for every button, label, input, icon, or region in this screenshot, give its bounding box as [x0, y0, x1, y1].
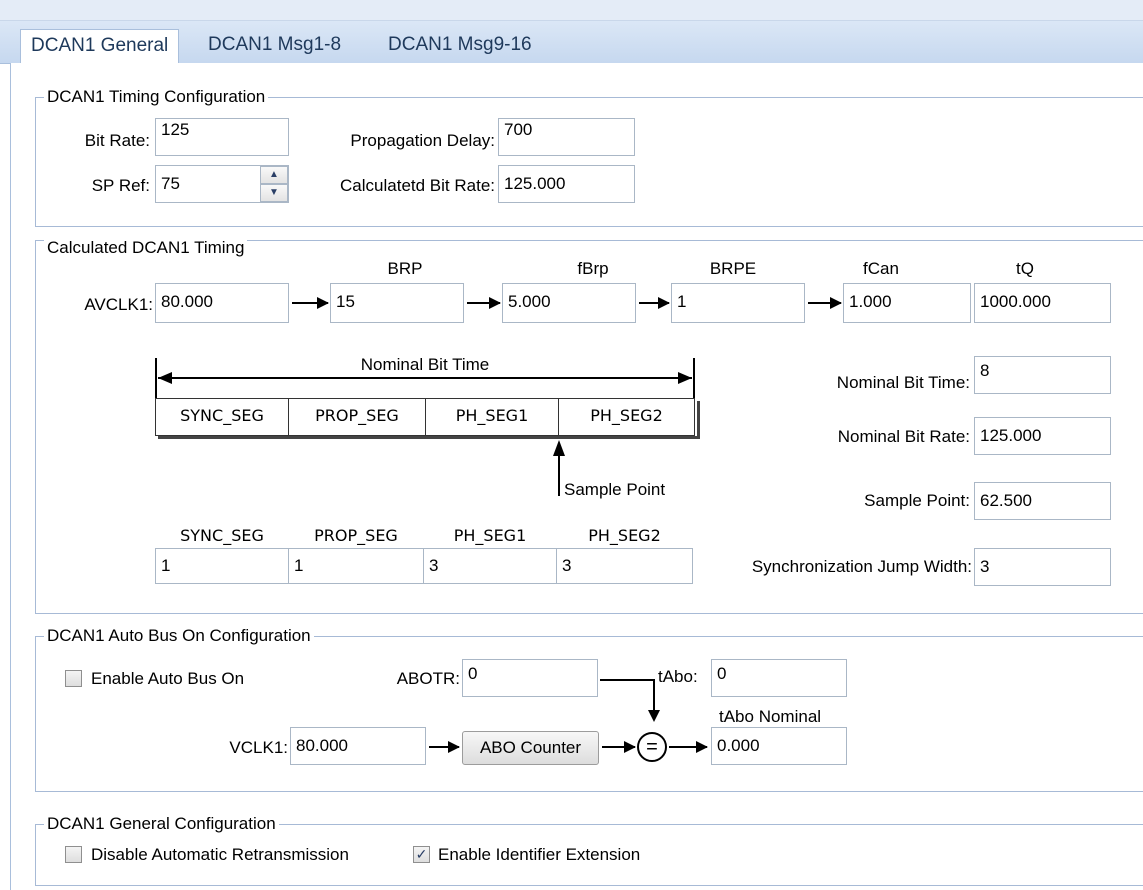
- tabo-nominal-field: 0.000: [711, 727, 847, 765]
- enable-identifier-extension-label: Enable Identifier Extension: [438, 845, 641, 864]
- bit-rate-input[interactable]: 125: [155, 118, 289, 156]
- nominal-bit-time-label: Nominal Bit Time:: [836, 373, 970, 392]
- diagram-right-tick: [693, 358, 695, 398]
- tabo-label: tAbo:: [658, 667, 698, 686]
- sjw-label: Synchronization Jump Width:: [751, 557, 972, 576]
- avclk1-label: AVCLK1:: [84, 295, 153, 314]
- check-mark-icon: ✓: [415, 846, 428, 862]
- spin-up-icon[interactable]: ▲: [260, 166, 288, 184]
- propagation-delay-label: Propagation Delay:: [350, 131, 495, 150]
- sp-ref-label: SP Ref:: [91, 176, 150, 195]
- abotr-input[interactable]: 0: [462, 659, 598, 697]
- abotr-label: ABOTR:: [396, 669, 460, 688]
- sample-point-arrow-icon: [553, 440, 565, 456]
- brp-header: BRP: [387, 259, 423, 278]
- disable-retransmission-label: Disable Automatic Retransmission: [91, 845, 349, 864]
- tab-dcan1-general[interactable]: DCAN1 General: [20, 29, 180, 64]
- tabo-nominal-label: tAbo Nominal: [719, 707, 822, 726]
- segment-sync-seg: SYNC_SEG: [155, 398, 289, 436]
- calculated-bit-rate-field: 125.000: [498, 165, 635, 203]
- abo-counter-button[interactable]: ABO Counter: [462, 731, 599, 765]
- auto-bus-on-title: DCAN1 Auto Bus On Configuration: [44, 626, 314, 646]
- nominal-bit-rate-label: Nominal Bit Rate:: [837, 427, 970, 446]
- avclk1-field: 80.000: [155, 283, 289, 323]
- enable-auto-bus-on-label: Enable Auto Bus On: [91, 669, 245, 688]
- sjw-field: 3: [974, 548, 1111, 586]
- segment-ph-seg1: PH_SEG1: [425, 398, 559, 436]
- diagram-span-line: [158, 377, 692, 379]
- equals-symbol: =: [646, 736, 658, 758]
- calculated-timing-title: Calculated DCAN1 Timing: [44, 238, 248, 258]
- ph-seg2-value: 3: [556, 548, 693, 584]
- vclk1-label: VCLK1:: [229, 738, 288, 757]
- fbrp-field: 5.000: [502, 283, 636, 323]
- arrow-equals-to-nominal: [669, 741, 708, 753]
- down-arrow-icon: [648, 710, 660, 722]
- tab-dcan1-msg1-8[interactable]: DCAN1 Msg1-8: [198, 29, 351, 63]
- arrow-brp-to-fbrp: [467, 297, 501, 309]
- sync-seg-header: SYNC_SEG: [180, 526, 264, 545]
- window-top-strip: [0, 0, 1143, 20]
- arrow-brpe-to-fcan: [808, 297, 842, 309]
- abotr-connector-line: [600, 679, 654, 681]
- fcan-field: 1.000: [843, 283, 971, 323]
- nominal-bit-time-field: 8: [974, 356, 1111, 394]
- fbrp-header: fBrp: [577, 259, 609, 278]
- timing-config-title: DCAN1 Timing Configuration: [44, 87, 269, 107]
- general-config-title: DCAN1 General Configuration: [44, 814, 279, 834]
- arrow-vclk-to-counter: [429, 741, 460, 753]
- bit-rate-label: Bit Rate:: [84, 131, 150, 150]
- diagram-title: Nominal Bit Time: [360, 355, 490, 374]
- fcan-header: fCan: [863, 259, 899, 278]
- tab-bar: DCAN1 General DCAN1 Msg1-8 DCAN1 Msg9-16: [0, 21, 1143, 64]
- spin-down-icon[interactable]: ▼: [260, 184, 288, 202]
- segment-ph-seg2: PH_SEG2: [558, 398, 695, 436]
- tabo-field: 0: [711, 659, 847, 697]
- ph-seg2-header: PH_SEG2: [588, 526, 661, 545]
- enable-auto-bus-on-checkbox[interactable]: [65, 670, 82, 687]
- sample-point-caption: Sample Point: [564, 480, 666, 499]
- calculated-bit-rate-label: Calculatetd Bit Rate:: [340, 176, 495, 195]
- sp-ref-value: 75: [161, 174, 180, 193]
- tq-header: tQ: [1016, 259, 1034, 278]
- disable-retransmission-checkbox[interactable]: [65, 846, 82, 863]
- tq-field: 1000.000: [974, 283, 1111, 323]
- diagram-left-arrowhead-icon: [158, 372, 172, 384]
- arrow-avclk-to-brp: [292, 297, 329, 309]
- prop-seg-value: 1: [288, 548, 424, 584]
- segment-prop-seg: PROP_SEG: [288, 398, 426, 436]
- nominal-bit-rate-field: 125.000: [974, 417, 1111, 455]
- ph-seg1-header: PH_SEG1: [453, 526, 527, 545]
- vclk1-field: 80.000: [290, 727, 426, 765]
- diagram-right-arrowhead-icon: [678, 372, 692, 384]
- arrow-counter-to-equals: [602, 741, 636, 753]
- propagation-delay-input[interactable]: 700: [498, 118, 635, 156]
- brpe-header: BRPE: [709, 259, 757, 278]
- ph-seg1-value: 3: [423, 548, 557, 584]
- tab-dcan1-msg9-16[interactable]: DCAN1 Msg9-16: [378, 29, 542, 63]
- brp-field: 15: [330, 283, 464, 323]
- sample-point-field: 62.500: [974, 482, 1111, 520]
- sync-seg-value: 1: [155, 548, 289, 584]
- enable-identifier-extension-checkbox[interactable]: ✓: [413, 846, 430, 863]
- sample-point-label: Sample Point:: [864, 491, 970, 510]
- arrow-fbrp-to-brpe: [639, 297, 670, 309]
- prop-seg-header: PROP_SEG: [314, 526, 398, 545]
- diagram-left-tick: [155, 358, 157, 398]
- timing-config-group: [35, 97, 1143, 227]
- brpe-field: 1: [671, 283, 805, 323]
- equals-icon: =: [637, 732, 667, 762]
